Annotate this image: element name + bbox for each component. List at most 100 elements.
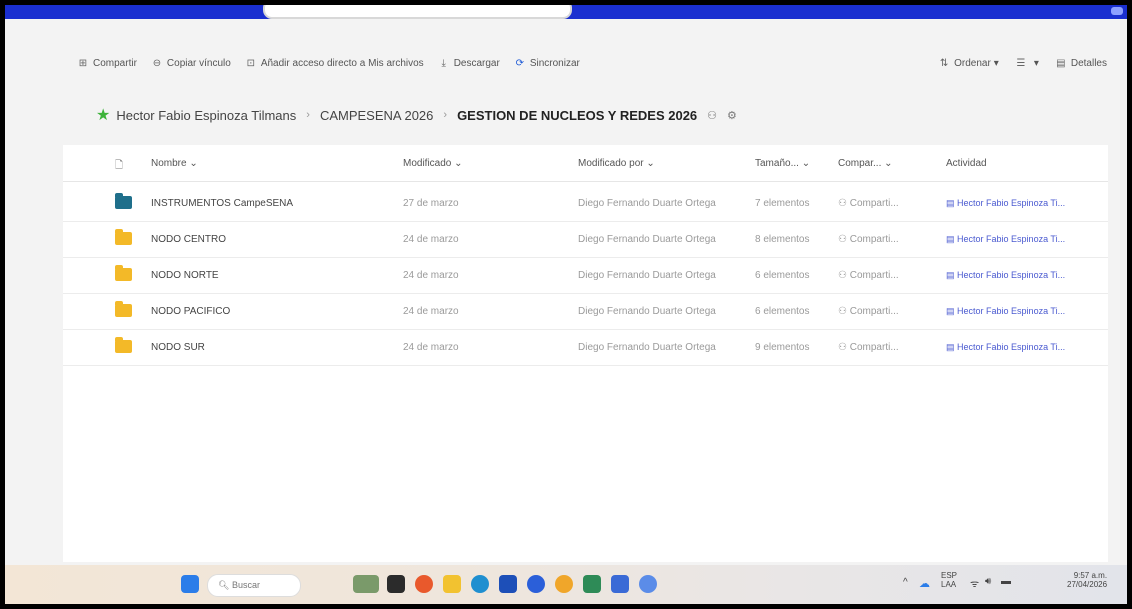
item-modified-by: Diego Fernando Duarte Ortega (578, 270, 716, 281)
chevron-down-icon: ⌄ (454, 158, 463, 169)
item-modified-by: Diego Fernando Duarte Ortega (578, 306, 716, 317)
taskbar: 🔍︎ Buscar ^ ☁ ESP LAA ᯤ 🔊︎ ▬ 9:57 a.m. 2… (5, 565, 1127, 604)
sync-label: Sincronizar (529, 57, 580, 69)
copilot-icon[interactable] (415, 575, 433, 593)
star-icon[interactable]: ★ (96, 105, 110, 125)
file-explorer-icon[interactable] (443, 575, 461, 593)
share-icon: ⊞ (78, 57, 88, 69)
item-name[interactable]: NODO PACIFICO (151, 306, 230, 317)
item-shared[interactable]: ⚇ Comparti... (838, 270, 899, 281)
column-size[interactable]: Tamaño... ⌄ (755, 158, 810, 169)
column-name[interactable]: Nombre ⌄ (151, 158, 198, 169)
hp-icon[interactable] (527, 575, 545, 593)
sync-button[interactable]: ⟳ Sincronizar (514, 58, 580, 69)
item-shared[interactable]: ⚇ Comparti... (838, 306, 899, 317)
breadcrumb-separator-icon: › (443, 109, 448, 121)
table-row[interactable]: NODO CENTRO 24 de marzo Diego Fernando D… (63, 222, 1108, 258)
download-button[interactable]: ⤓ Descargar (438, 57, 500, 69)
add-shortcut-button[interactable]: ⊡ Añadir acceso directo a Mis archivos (245, 58, 424, 69)
item-name[interactable]: NODO CENTRO (151, 234, 226, 245)
settings-icon[interactable]: ⚙ (727, 109, 737, 122)
volume-icon[interactable]: 🔊︎ (985, 576, 991, 587)
breadcrumb-item-campesena[interactable]: CAMPESENA 2026 (320, 108, 433, 123)
item-shared[interactable]: ⚇ Comparti... (838, 234, 899, 245)
item-activity[interactable]: ▤ Hector Fabio Espinoza Ti... (946, 234, 1065, 245)
column-shared[interactable]: Compar... ⌄ (838, 158, 893, 169)
language-indicator[interactable]: ESP LAA (941, 571, 957, 589)
item-size: 6 elementos (755, 306, 810, 317)
widgets-icon[interactable] (353, 575, 379, 593)
item-size: 6 elementos (755, 270, 810, 281)
item-size: 8 elementos (755, 234, 810, 245)
battery-icon[interactable]: ▬ (1001, 576, 1011, 587)
table-row[interactable]: INSTRUMENTOS CampeSENA 27 de marzo Diego… (63, 186, 1108, 222)
folder-icon (115, 229, 132, 245)
excel-icon[interactable] (583, 575, 601, 593)
download-label: Descargar (453, 57, 500, 69)
activity-icon: ▤ (946, 198, 955, 208)
copy-link-button[interactable]: ⊖ Copiar vínculo (151, 58, 231, 69)
item-activity[interactable]: ▤ Hector Fabio Espinoza Ti... (946, 306, 1065, 317)
item-shared[interactable]: ⚇ Comparti... (838, 342, 899, 353)
add-shortcut-label: Añadir acceso directo a Mis archivos (260, 57, 424, 69)
view-options-icon: ☰ (1016, 57, 1026, 69)
edge-browser-icon[interactable] (471, 575, 489, 593)
taskbar-search-placeholder: Buscar (232, 580, 261, 590)
app-icon[interactable] (639, 575, 657, 593)
people-icon: ⚇ (838, 198, 847, 209)
item-modified: 24 de marzo (403, 270, 459, 281)
item-name[interactable]: INSTRUMENTOS CampeSENA (151, 198, 293, 209)
share-button[interactable]: ⊞ Compartir (77, 58, 137, 69)
sync-icon: ⟳ (515, 57, 525, 69)
item-size: 7 elementos (755, 198, 810, 209)
chevron-down-icon: ⌄ (646, 158, 655, 169)
item-activity[interactable]: ▤ Hector Fabio Espinoza Ti... (946, 342, 1065, 353)
taskbar-search[interactable]: 🔍︎ Buscar (207, 574, 301, 597)
wifi-icon[interactable]: ᯤ (970, 576, 979, 590)
details-button[interactable]: ▤ Detalles (1055, 58, 1107, 69)
column-modified[interactable]: Modificado ⌄ (403, 158, 463, 169)
chevron-down-icon: ⌄ (884, 158, 893, 169)
chevron-down-icon: ⌄ (189, 158, 198, 169)
item-modified: 24 de marzo (403, 306, 459, 317)
windows-start-icon[interactable] (181, 575, 199, 593)
column-activity[interactable]: Actividad (946, 158, 987, 169)
cloud-icon[interactable]: ☁ (919, 577, 930, 590)
item-name[interactable]: NODO SUR (151, 342, 205, 353)
item-modified: 24 de marzo (403, 342, 459, 353)
shortcut-icon: ⊡ (246, 57, 256, 69)
window-control-icon[interactable] (1111, 7, 1123, 15)
outlook-icon[interactable] (611, 575, 629, 593)
breadcrumb-separator-icon: › (306, 109, 310, 121)
chevron-down-icon: ▾ (993, 57, 999, 69)
item-name[interactable]: NODO NORTE (151, 270, 219, 281)
chrome-icon[interactable] (555, 575, 573, 593)
details-label: Detalles (1070, 57, 1107, 69)
activity-icon: ▤ (946, 342, 955, 352)
table-row[interactable]: NODO PACIFICO 24 de marzo Diego Fernando… (63, 294, 1108, 330)
item-activity[interactable]: ▤ Hector Fabio Espinoza Ti... (946, 270, 1065, 281)
people-icon: ⚇ (838, 306, 847, 317)
file-type-icon: 🗋 (115, 160, 124, 171)
link-icon: ⊖ (152, 57, 162, 69)
sort-button[interactable]: ⇅ Ordenar ▾ (938, 58, 999, 69)
folder-icon (115, 337, 132, 353)
table-row[interactable]: NODO NORTE 24 de marzo Diego Fernando Du… (63, 258, 1108, 294)
store-icon[interactable] (499, 575, 517, 593)
item-activity[interactable]: ▤ Hector Fabio Espinoza Ti... (946, 198, 1065, 209)
people-icon: ⚇ (838, 270, 847, 281)
sort-icon: ⇅ (939, 57, 949, 69)
people-icon: ⚇ (838, 342, 847, 353)
item-modified-by: Diego Fernando Duarte Ortega (578, 198, 716, 209)
people-icon[interactable]: ⚇ (707, 109, 717, 122)
clock[interactable]: 9:57 a.m. 27/04/2026 (1067, 571, 1107, 589)
table-row[interactable]: NODO SUR 24 de marzo Diego Fernando Duar… (63, 330, 1108, 366)
view-options-button[interactable]: ☰ ▾ (1015, 58, 1039, 69)
chevron-up-icon[interactable]: ^ (903, 577, 908, 588)
item-shared[interactable]: ⚇ Comparti... (838, 198, 899, 209)
top-search-box[interactable] (263, 5, 572, 19)
column-modified-by[interactable]: Modificado por ⌄ (578, 158, 655, 169)
breadcrumb-item-owner[interactable]: Hector Fabio Espinoza Tilmans (116, 108, 296, 123)
chevron-down-icon: ⌄ (801, 158, 811, 169)
task-view-icon[interactable] (387, 575, 405, 593)
